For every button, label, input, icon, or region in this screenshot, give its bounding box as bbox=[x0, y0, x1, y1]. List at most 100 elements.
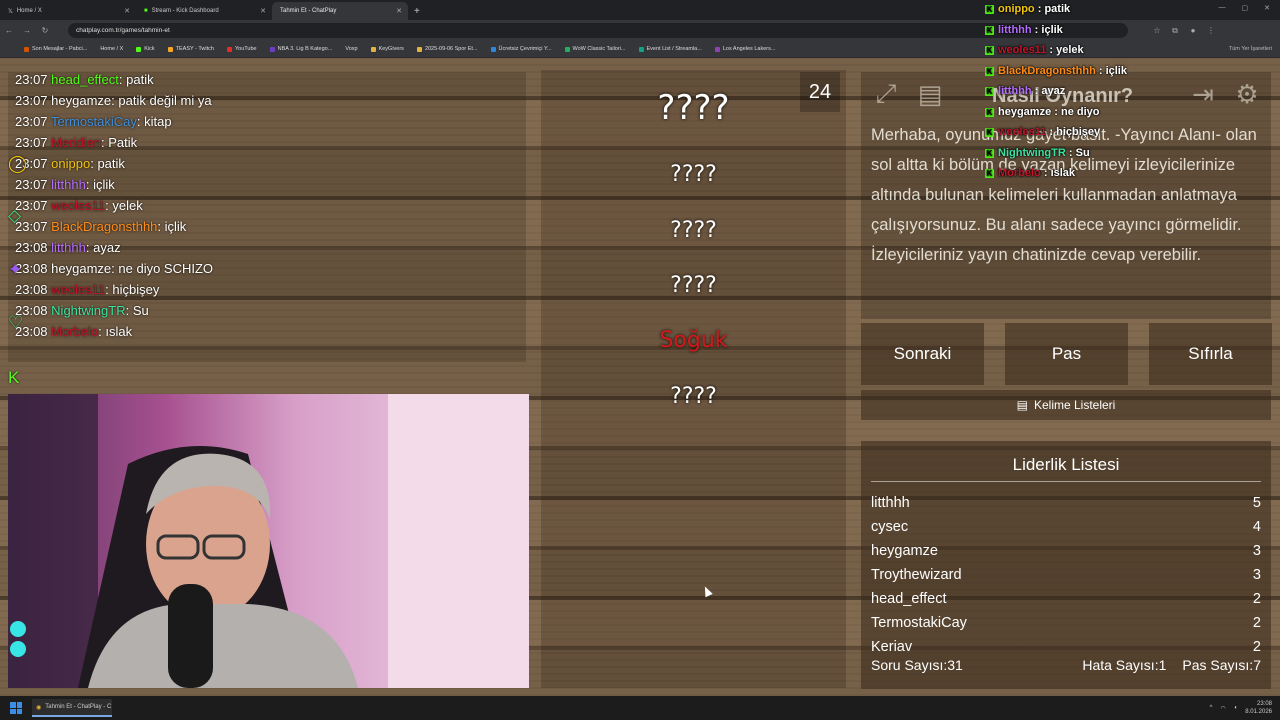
leaderboard-row: litthhh 5 bbox=[871, 495, 1261, 511]
tab-label: Tahmin Et - ChatPlay bbox=[280, 8, 337, 14]
chat-message: Patik bbox=[108, 135, 138, 150]
leaderboard-stats: Soru Sayısı:31 Hata Sayısı:1 Pas Sayısı:… bbox=[871, 657, 1261, 673]
x-logo-icon: 𝕏 bbox=[8, 8, 13, 15]
overlay-username: litthhh bbox=[998, 85, 1032, 97]
chat-message: patik değil mi ya bbox=[118, 93, 212, 108]
bookmark-item[interactable]: YouTube bbox=[226, 46, 257, 52]
wifi-icon[interactable]: ◠ bbox=[1220, 705, 1225, 712]
clock[interactable]: 23:08 8.01.2026 bbox=[1245, 700, 1272, 716]
kick-logo-icon: ■ bbox=[144, 8, 148, 14]
close-tab-icon[interactable]: ✕ bbox=[124, 7, 130, 15]
address-bar[interactable]: chatplay.com.tr/games/tahmin-et bbox=[68, 23, 1128, 38]
document-icon[interactable]: ▤ bbox=[912, 76, 948, 112]
volume-icon[interactable]: ◖ bbox=[1234, 705, 1238, 711]
leaderboard-row: Troythewizard 3 bbox=[871, 567, 1261, 583]
chat-message: içlik bbox=[164, 219, 187, 234]
windows-start-icon[interactable] bbox=[10, 702, 22, 714]
tab-chatplay[interactable]: Tahmin Et - ChatPlay ✕ bbox=[272, 2, 408, 20]
leader-name: heygamze bbox=[871, 543, 938, 559]
chat-line: 23:08 heygamze: ne diyo SCHIZO bbox=[15, 261, 214, 276]
overlay-chat-line: K Morbelo : ıslak bbox=[985, 167, 1076, 179]
chat-username[interactable]: BlackDragonsthhh bbox=[51, 219, 157, 234]
overlay-chat-line: Konippo : patik bbox=[985, 3, 1071, 15]
chat-line: 23:08 litthhh: ayaz bbox=[15, 240, 121, 255]
overlay-username: heygamze bbox=[998, 105, 1052, 118]
taskbar-app-chrome[interactable]: ◉ Tahmin Et - ChatPlay - C bbox=[32, 699, 112, 717]
chat-username[interactable]: litthhh bbox=[51, 177, 86, 192]
tray-chevron-icon[interactable]: ^ bbox=[1210, 705, 1213, 711]
leader-score: 2 bbox=[1252, 591, 1261, 607]
chat-message: içlik bbox=[93, 177, 115, 192]
bookmark-item[interactable]: NBA 3. Lig B Katego... bbox=[269, 46, 332, 52]
tab-kick-dashboard[interactable]: ■ Stream - Kick Dashboard ✕ bbox=[136, 2, 272, 20]
chat-username[interactable]: litthhh bbox=[51, 240, 86, 255]
bookmark-item[interactable]: WoW Classic Tailori... bbox=[564, 46, 626, 52]
hidden-word: ???? bbox=[670, 162, 717, 187]
chat-time: 23:07 bbox=[15, 114, 48, 129]
next-button[interactable]: Sonraki bbox=[861, 323, 984, 385]
chat-username[interactable]: heygamze bbox=[51, 93, 111, 108]
kick-badge-icon: K bbox=[985, 5, 994, 14]
overlay-message: ıslak bbox=[1050, 167, 1076, 179]
leaderboard-row: heygamze 3 bbox=[871, 543, 1261, 559]
bookmark-item[interactable]: Home / X bbox=[100, 46, 123, 52]
overlay-username: BlackDragonsthhh bbox=[998, 64, 1096, 77]
error-stat: Hata Sayısı:1 bbox=[1082, 657, 1167, 673]
leader-score: 3 bbox=[1252, 543, 1261, 559]
chat-message: yelek bbox=[112, 198, 143, 213]
bookmark-item[interactable]: Event List / Streamla... bbox=[638, 46, 702, 52]
kick-badge-icon: K bbox=[985, 87, 994, 96]
overlay-username: weoles11 bbox=[998, 44, 1047, 56]
leaderboard-divider bbox=[871, 481, 1261, 482]
tab-x[interactable]: 𝕏 Home / X ✕ bbox=[0, 2, 136, 20]
leaderboard: Liderlik Listesi litthhh 5 cysec 4 heygamze 3… bbox=[861, 441, 1271, 689]
chat-message: Su bbox=[132, 303, 149, 318]
pass-button[interactable]: Pas bbox=[1005, 323, 1128, 385]
forward-icon[interactable]: → bbox=[18, 26, 36, 35]
leaderboard-row: head_effect 2 bbox=[871, 591, 1261, 607]
bookmark-item[interactable]: TEASY - Twitch bbox=[167, 46, 214, 52]
bookmark-item[interactable]: Kick bbox=[136, 46, 155, 52]
leaderboard-row: cysec 4 bbox=[871, 519, 1261, 535]
overlay-message: Su bbox=[1075, 146, 1090, 159]
chat-username[interactable]: Morbelo bbox=[51, 324, 98, 339]
bookmark-item[interactable]: 2025-09-06 Spor Et... bbox=[416, 46, 478, 52]
overlay-chat-line: Klitthhh : ayaz bbox=[985, 85, 1066, 97]
leader-score: 2 bbox=[1252, 639, 1261, 655]
leaderboard-title: Liderlik Listesi bbox=[1012, 455, 1120, 474]
bookmark-item[interactable]: Los Angeles Lakers... bbox=[714, 46, 775, 52]
chat-username[interactable]: TermostakiCay bbox=[51, 114, 137, 129]
word-lists-button[interactable]: ▤ Kelime Listeleri bbox=[861, 390, 1271, 420]
webcam-feed bbox=[8, 394, 529, 688]
chat-username[interactable]: heygamze bbox=[51, 261, 111, 276]
bookmark-item[interactable]: KeyGivers bbox=[370, 46, 404, 52]
leader-score: 4 bbox=[1252, 519, 1261, 535]
fullscreen-icon[interactable]: ⤢ bbox=[868, 76, 904, 112]
chat-username[interactable]: NightwingTR bbox=[51, 303, 125, 318]
chat-username[interactable]: head_effect bbox=[51, 72, 119, 87]
reload-icon[interactable]: ↻ bbox=[36, 26, 54, 35]
chat-username[interactable]: Meridien bbox=[51, 135, 101, 150]
bookmark-item[interactable]: Ücretsiz Çevrimiçi Y... bbox=[490, 46, 552, 52]
chat-time: 23:07 bbox=[15, 177, 48, 192]
chat-username[interactable]: onippo bbox=[51, 156, 90, 171]
overlay-message: hiçbişey bbox=[1056, 126, 1101, 138]
chat-line: 23:07 heygamze: patik değil mi ya bbox=[15, 93, 212, 108]
clock-date: 8.01.2026 bbox=[1245, 709, 1272, 715]
close-tab-icon[interactable]: ✕ bbox=[260, 7, 266, 15]
chrome-icon: ◉ bbox=[36, 704, 42, 711]
chat-username[interactable]: weoles11 bbox=[51, 282, 105, 297]
kick-badge-icon: K bbox=[985, 169, 994, 178]
close-tab-icon[interactable]: ✕ bbox=[396, 7, 402, 15]
chat-username[interactable]: weoles11 bbox=[51, 198, 105, 213]
overlay-message: ne diyo bbox=[1060, 105, 1100, 118]
bookmark-item[interactable]: Son Mesajlar - Pabci... bbox=[24, 46, 87, 52]
new-tab-button[interactable]: + bbox=[408, 2, 426, 20]
bookmark-item[interactable]: Voxp bbox=[345, 46, 357, 52]
reset-button[interactable]: Sıfırla bbox=[1149, 323, 1272, 385]
back-icon[interactable]: ← bbox=[0, 26, 18, 35]
heart-badge-icon: ♡ bbox=[8, 313, 24, 332]
list-icon: ▤ bbox=[1016, 398, 1028, 412]
chat-line: 23:08 weoles11: hiçbişey bbox=[15, 282, 160, 297]
leader-name: Troythewizard bbox=[871, 567, 962, 583]
